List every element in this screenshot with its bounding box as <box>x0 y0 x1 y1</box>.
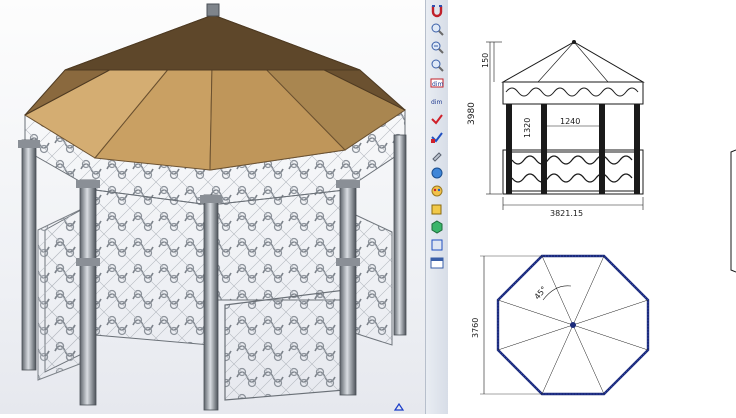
palette-icon[interactable] <box>430 184 444 198</box>
svg-text:dim: dim <box>432 81 443 88</box>
dim-height-total: 3980 <box>467 102 477 125</box>
drawing-sheet[interactable]: 3980 150 1320 1240 3821.15 45° 3760 <box>448 0 736 414</box>
window-icon[interactable] <box>430 256 444 270</box>
plan-view: 45° 3760 <box>471 254 650 396</box>
check-blue-icon[interactable] <box>430 130 444 144</box>
dimension-angle-icon[interactable]: dim <box>430 94 444 108</box>
dim-roof-height: 150 <box>481 53 490 68</box>
dim-plan-diameter: 3760 <box>471 318 480 338</box>
pin-icon[interactable] <box>430 148 444 162</box>
drawing-canvas: 3980 150 1320 1240 3821.15 45° 3760 <box>467 40 736 396</box>
svg-text:dim: dim <box>431 99 442 106</box>
axis-triad-icon <box>393 402 405 411</box>
vertical-toolbar: dim dim <box>425 0 449 414</box>
3d-viewport[interactable] <box>0 0 425 414</box>
zoom-fit-icon[interactable]: dim <box>430 76 444 90</box>
zoom-in-icon[interactable] <box>430 22 444 36</box>
sphere-icon[interactable] <box>430 166 444 180</box>
hexagon-green-icon[interactable] <box>430 220 444 234</box>
dim-window-height: 1320 <box>523 118 532 138</box>
dim-window-width: 1240 <box>560 117 580 126</box>
zoom-window-icon[interactable] <box>430 58 444 72</box>
frame-icon[interactable] <box>430 238 444 252</box>
magnet-icon[interactable] <box>430 4 444 18</box>
zoom-out-icon[interactable] <box>430 40 444 54</box>
dim-base-width: 3821.15 <box>550 209 583 218</box>
gazebo-3d-model <box>18 3 407 411</box>
dim-angle: 45° <box>533 285 549 302</box>
check-red-icon[interactable] <box>430 112 444 126</box>
cube-yellow-icon[interactable] <box>430 202 444 216</box>
elevation-view: 3980 150 1320 1240 3821.15 <box>467 40 645 218</box>
